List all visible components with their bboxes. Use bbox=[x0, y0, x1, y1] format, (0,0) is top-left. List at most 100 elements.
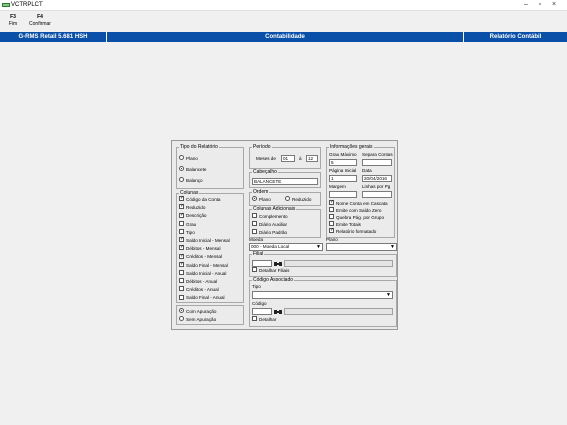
margin-input[interactable] bbox=[329, 191, 357, 198]
general-info-option[interactable]: Emite com Saldo Zero bbox=[329, 207, 381, 214]
column-option[interactable]: ✓ Reduzido bbox=[179, 204, 205, 211]
minimize-icon[interactable]: – bbox=[521, 1, 531, 9]
radio-icon[interactable] bbox=[252, 196, 257, 202]
f3-exit-button[interactable]: F3 Fim bbox=[0, 14, 26, 28]
checkbox-icon[interactable]: ✓ bbox=[179, 237, 184, 243]
checkbox-icon[interactable]: ✓ bbox=[329, 200, 334, 206]
checkbox-icon[interactable] bbox=[179, 294, 184, 300]
report-type-option[interactable]: Balanço bbox=[179, 177, 203, 184]
column-option[interactable]: ✓ Débitos - Mensal bbox=[179, 245, 220, 252]
column-option[interactable]: Grau bbox=[179, 220, 196, 228]
checkbox-icon[interactable] bbox=[252, 213, 257, 219]
order-option[interactable]: Plano bbox=[252, 196, 271, 203]
checkbox-icon[interactable]: ✓ bbox=[179, 204, 184, 210]
detail-box[interactable] bbox=[252, 316, 257, 322]
header-text-input[interactable]: BALANCETE bbox=[252, 178, 318, 185]
chevron-down-icon[interactable]: ▼ bbox=[316, 245, 321, 250]
date-input[interactable]: 20/04/2016 bbox=[362, 175, 392, 182]
column-option[interactable]: ✓ Código da Conta bbox=[179, 196, 221, 203]
column-option[interactable]: Débitos - Anual bbox=[179, 278, 218, 285]
general-info-option[interactable]: Quebra Pág. por Grupo bbox=[329, 214, 385, 221]
code-label: Código bbox=[252, 301, 267, 306]
column-option[interactable]: ✓ Descrição bbox=[179, 212, 206, 219]
column-option[interactable]: Saldo Inicial - Anual bbox=[179, 270, 226, 277]
checkbox-icon[interactable]: ✓ bbox=[179, 253, 184, 259]
checkbox-icon[interactable] bbox=[179, 270, 184, 276]
column-option[interactable]: ✓ Saldo Final - Mensal bbox=[179, 261, 228, 269]
checkbox-icon[interactable]: ✓ bbox=[179, 261, 184, 267]
column-option[interactable]: Créditos - Anual bbox=[179, 286, 219, 293]
additional-column-option-label: Diário Auxiliar bbox=[259, 222, 288, 227]
currency-select[interactable]: 000 - Moeda Local bbox=[249, 243, 323, 251]
lines-per-page-input[interactable] bbox=[362, 191, 392, 198]
checkbox-icon[interactable] bbox=[329, 221, 334, 227]
code-description bbox=[284, 308, 393, 315]
apuracao-option-label: Sem Apuração bbox=[186, 317, 217, 322]
report-type-option[interactable]: Balancete bbox=[179, 166, 206, 173]
max-level-label: Grau Máximo bbox=[329, 152, 357, 157]
general-info-option[interactable]: ✓ Nome Conta em Cascata bbox=[329, 200, 388, 207]
plan-select[interactable] bbox=[326, 243, 397, 251]
start-page-label: Página Inicial bbox=[329, 168, 357, 173]
period-title: Período bbox=[253, 144, 271, 150]
checkbox-icon[interactable] bbox=[179, 220, 184, 226]
column-option[interactable]: ✓ Créditos - Mensal bbox=[179, 253, 222, 260]
radio-icon[interactable] bbox=[179, 166, 184, 172]
general-info-option[interactable]: ✓ Relatório formatado bbox=[329, 228, 376, 235]
checkbox-icon[interactable]: ✓ bbox=[329, 228, 334, 234]
additional-column-option[interactable]: Diário Auxiliar bbox=[252, 221, 288, 228]
column-option[interactable]: Tipo bbox=[179, 229, 195, 236]
checkbox-icon[interactable]: ✓ bbox=[179, 245, 184, 251]
detail-branches-checkbox[interactable]: Detalhar Filiais bbox=[252, 267, 290, 274]
additional-column-option[interactable]: Complemento bbox=[252, 213, 288, 220]
checkbox-icon[interactable] bbox=[252, 229, 257, 235]
column-option-label: Créditos - Mensal bbox=[186, 254, 222, 260]
f4-confirm-button[interactable]: F4 Confirmar bbox=[27, 14, 53, 28]
f4-label: Confirmar bbox=[29, 21, 51, 27]
chevron-down-icon[interactable]: ▼ bbox=[386, 293, 391, 298]
apuracao-option[interactable]: Sem Apuração bbox=[179, 316, 217, 323]
month-from-input[interactable]: 01 bbox=[281, 155, 295, 162]
column-option[interactable]: Saldo Final - Anual bbox=[179, 294, 225, 301]
radio-icon[interactable] bbox=[179, 177, 184, 183]
binoculars-icon[interactable] bbox=[274, 309, 282, 317]
radio-icon[interactable] bbox=[179, 308, 184, 314]
checkbox-icon[interactable]: ✓ bbox=[179, 196, 184, 202]
order-option[interactable]: Reduzido bbox=[285, 196, 311, 203]
close-icon[interactable]: × bbox=[549, 1, 559, 9]
detail-checkbox[interactable]: Detalhar bbox=[252, 316, 276, 323]
associated-code-title: Código Associado bbox=[253, 277, 294, 283]
detail-branches-box[interactable] bbox=[252, 267, 257, 273]
type-select[interactable] bbox=[252, 291, 393, 299]
checkbox-icon[interactable] bbox=[179, 278, 184, 284]
checkbox-icon[interactable] bbox=[329, 207, 334, 213]
chevron-down-icon[interactable]: ▼ bbox=[390, 245, 395, 250]
report-options-panel: Tipo do Relatório Colunas Período Meses … bbox=[171, 140, 398, 330]
detail-branches-label: Detalhar Filiais bbox=[259, 268, 290, 273]
report-type-option[interactable]: Plano bbox=[179, 155, 198, 162]
radio-icon[interactable] bbox=[285, 196, 290, 202]
code-input[interactable] bbox=[252, 308, 272, 315]
column-option-label: Créditos - Anual bbox=[186, 287, 219, 293]
apuracao-option[interactable]: Com Apuração bbox=[179, 308, 216, 315]
checkbox-icon[interactable]: ✓ bbox=[179, 212, 184, 218]
start-page-input[interactable]: 1 bbox=[329, 175, 357, 182]
maximize-icon[interactable]: ▫ bbox=[535, 1, 545, 9]
window-titlebar: VCTRPLCT – ▫ × bbox=[0, 0, 567, 11]
column-option[interactable]: ✓ Saldo Inicial - Mensal bbox=[179, 237, 230, 244]
column-option-label: Débitos - Anual bbox=[186, 279, 218, 284]
report-type-title: Tipo do Relatório bbox=[180, 144, 218, 150]
month-to-input[interactable]: 12 bbox=[306, 155, 318, 162]
radio-icon[interactable] bbox=[179, 155, 184, 161]
column-option-label: Código da Conta bbox=[186, 197, 221, 202]
checkbox-icon[interactable] bbox=[329, 214, 334, 220]
checkbox-icon[interactable] bbox=[179, 286, 184, 292]
checkbox-icon[interactable] bbox=[252, 221, 257, 227]
radio-icon[interactable] bbox=[179, 316, 184, 322]
general-info-option-label: Quebra Pág. por Grupo bbox=[336, 215, 385, 220]
checkbox-icon[interactable] bbox=[179, 229, 184, 235]
additional-column-option[interactable]: Diário Padrão bbox=[252, 229, 287, 236]
separate-accounts-input[interactable] bbox=[362, 159, 392, 166]
max-level-input[interactable]: 5 bbox=[329, 159, 357, 166]
branch-code-input[interactable] bbox=[252, 260, 272, 267]
